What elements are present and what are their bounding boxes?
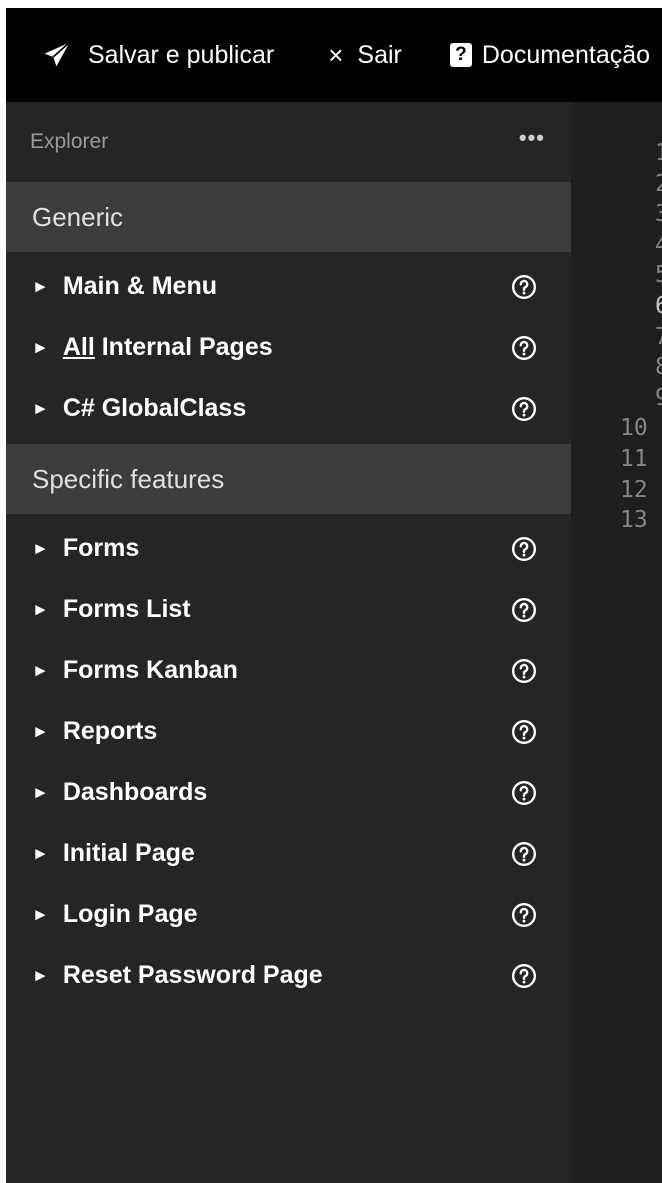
help-box-icon: ? [449, 43, 472, 67]
help-circle-icon[interactable] [511, 719, 537, 745]
exit-button[interactable]: × Sair [328, 41, 402, 70]
tree-item-label: Login Page [63, 900, 198, 929]
line-number: 2 [655, 170, 662, 197]
help-circle-icon[interactable] [511, 536, 537, 562]
close-icon: × [328, 40, 344, 70]
expand-arrow-icon[interactable]: ► [32, 844, 49, 864]
documentation-label: Documentação [481, 40, 651, 69]
tree-item-text: Forms List [62, 595, 191, 623]
section-header[interactable]: Specific features [6, 444, 571, 514]
help-circle-icon[interactable] [511, 597, 537, 623]
tree-item-label: Reports [63, 717, 157, 746]
expand-arrow-icon[interactable]: ► [32, 539, 49, 559]
section-title: Specific features [32, 463, 225, 494]
line-number: 10 [620, 415, 648, 442]
tree-item-label: Reset Password Page [63, 961, 323, 990]
line-number: 12 [620, 476, 648, 503]
expand-arrow-icon[interactable]: ► [32, 277, 49, 297]
save-publish-label: Salvar e publicar [88, 40, 275, 69]
tree-item-label: Dashboards [63, 778, 207, 807]
line-number: 1 [655, 140, 662, 166]
tree-item-label: Main & Menu [63, 272, 217, 301]
tree-item-label: Forms List [63, 595, 191, 624]
expand-arrow-icon[interactable]: ► [32, 600, 49, 620]
tree-item[interactable]: ► C# GlobalClass [6, 378, 571, 439]
help-circle-icon[interactable] [511, 841, 537, 867]
tree-item-text: C# GlobalClass [62, 394, 247, 422]
help-circle-icon[interactable] [511, 335, 537, 361]
section-header[interactable]: Generic [6, 182, 571, 252]
tree-item-label: Forms [63, 534, 139, 563]
tree-item[interactable]: ► Forms List [6, 579, 571, 640]
tree-item-text: Reports [62, 717, 158, 745]
expand-arrow-icon[interactable]: ► [32, 783, 49, 803]
line-number: 8 [655, 354, 662, 381]
line-number: 4 [655, 231, 662, 258]
tree-item-text: Dashboards [62, 778, 208, 806]
app-window: Salvar e publicar × Sair ? Documentação … [6, 8, 662, 1183]
help-circle-icon[interactable] [511, 274, 537, 300]
more-options-icon[interactable]: ••• [519, 125, 545, 151]
expand-arrow-icon[interactable]: ► [32, 338, 49, 358]
expand-arrow-icon[interactable]: ► [32, 399, 49, 419]
line-number: 9 [655, 384, 662, 411]
documentation-button[interactable]: ? Documentação [449, 40, 651, 70]
help-circle-icon[interactable] [511, 780, 537, 806]
tree-item-text: Internal Pages [94, 333, 273, 361]
tree-item-label-accent: All [62, 333, 95, 361]
help-circle-icon[interactable] [511, 658, 537, 684]
explorer-sidebar: Explorer ••• Generic ► Main & Menu ► All Int… [6, 102, 571, 1183]
paper-plane-icon [44, 41, 71, 67]
explorer-title: Explorer [30, 130, 109, 153]
line-number: 5 [655, 262, 662, 289]
line-number: 11 [620, 446, 648, 472]
expand-arrow-icon[interactable]: ► [32, 966, 49, 986]
tree-item-text: Forms Kanban [62, 656, 238, 684]
top-toolbar: Salvar e publicar × Sair ? Documentação [6, 8, 662, 102]
tree-item-text: Reset Password Page [62, 961, 323, 989]
tree-item-text: Main & Menu [62, 272, 217, 300]
tree-item-label: Initial Page [63, 839, 195, 868]
tree-item-text: Initial Page [62, 839, 195, 867]
tree-item[interactable]: ► All Internal Pages [6, 317, 571, 378]
tree-item-text: Forms [62, 534, 140, 562]
tree-item[interactable]: ► Reports [6, 701, 571, 762]
tree-item-text: Login Page [62, 900, 198, 928]
tree-item-label: Forms Kanban [63, 656, 238, 685]
tree-item-label: C# GlobalClass [63, 394, 246, 423]
line-number: 3 [655, 201, 662, 228]
section-title: Generic [32, 201, 124, 232]
tree-item[interactable]: ► Dashboards [6, 762, 571, 823]
tree-item[interactable]: ► Reset Password Page [6, 945, 571, 1006]
exit-label: Sair [357, 40, 402, 69]
line-number: 6 [655, 293, 662, 319]
tree-item-label: All Internal Pages [63, 333, 273, 362]
tree-item[interactable]: ► Login Page [6, 884, 571, 945]
code-editor[interactable]: 1 2 3 4 5 6 7 8 9 10 11 12 13 [571, 102, 662, 1183]
tree-item[interactable]: ► Main & Menu [6, 256, 571, 317]
help-circle-icon[interactable] [511, 902, 537, 928]
tree-item[interactable]: ► Forms Kanban [6, 640, 571, 701]
tree-item[interactable]: ► Initial Page [6, 823, 571, 884]
expand-arrow-icon[interactable]: ► [32, 905, 49, 925]
line-number: 13 [620, 507, 648, 534]
line-number: 7 [655, 323, 662, 350]
help-circle-icon[interactable] [511, 396, 537, 422]
expand-arrow-icon[interactable]: ► [32, 722, 49, 742]
help-circle-icon[interactable] [511, 963, 537, 989]
expand-arrow-icon[interactable]: ► [32, 661, 49, 681]
save-publish-button[interactable]: Salvar e publicar [42, 40, 274, 70]
tree-item[interactable]: ► Forms [6, 518, 571, 579]
explorer-header: Explorer ••• [6, 102, 571, 182]
